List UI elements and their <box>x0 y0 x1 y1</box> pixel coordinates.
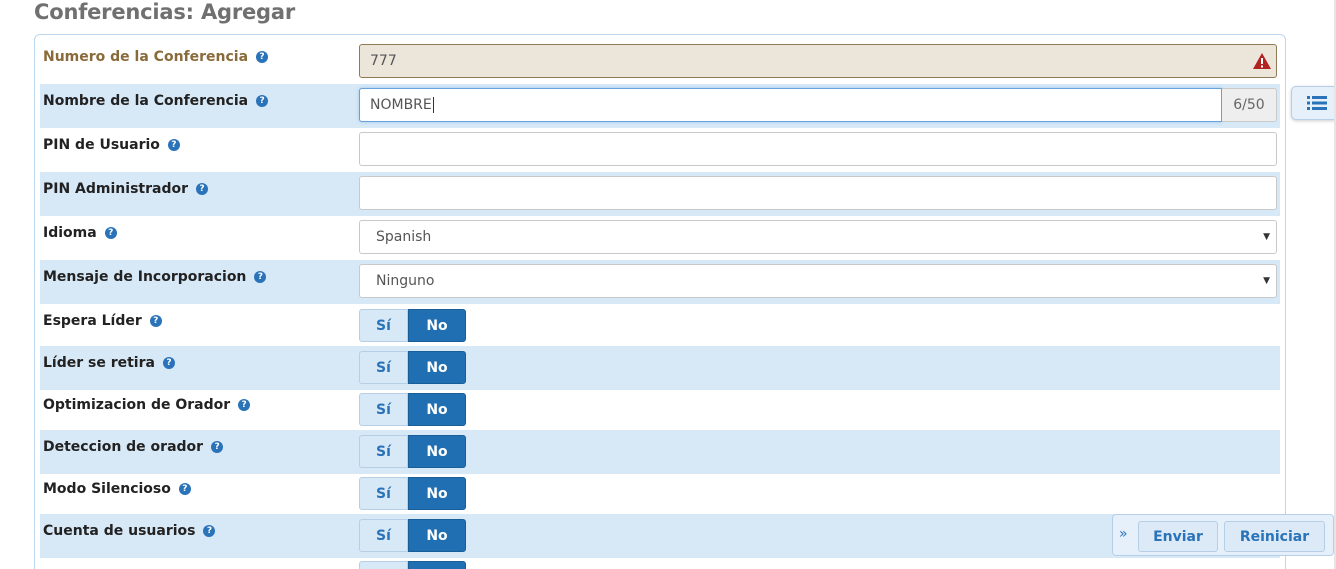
pin-usuario-input[interactable] <box>359 132 1277 166</box>
label-text: PIN de Usuario <box>43 137 160 153</box>
label-text: Mensaje de Incorporacion <box>43 269 247 285</box>
toggle-yes-button[interactable]: Sí <box>359 435 408 468</box>
row-idioma: Idioma ? Spanish ▼ <box>40 216 1280 260</box>
label-text: Nombre de la Conferencia <box>43 93 249 109</box>
toggle-no-button[interactable]: No <box>408 393 466 426</box>
row-numero: Numero de la Conferencia ? 777 <box>40 40 1280 84</box>
toggle-yes-button[interactable]: Sí <box>359 309 408 342</box>
help-icon[interactable]: ? <box>256 51 269 63</box>
espera-lider-toggle: Sí No <box>359 309 466 343</box>
toggle-no-button[interactable]: No <box>408 309 466 342</box>
list-icon <box>1306 96 1327 110</box>
nombre-value: NOMBRE <box>370 97 432 113</box>
label-numero: Numero de la Conferencia ? <box>43 49 269 65</box>
double-chevron-right-icon[interactable]: » <box>1119 526 1128 542</box>
mensaje-selected: Ninguno <box>376 273 435 289</box>
numero-value: 777 <box>370 53 397 69</box>
row-pin-usuario: PIN de Usuario ? <box>40 128 1280 172</box>
page-title: Conferencias: Agregar <box>34 0 295 24</box>
numero-field: 777 <box>359 44 1277 78</box>
help-icon[interactable]: ? <box>203 525 216 537</box>
cuenta-usuarios-toggle: Sí No <box>359 519 466 553</box>
label-lider-retira: Líder se retira ? <box>43 355 175 371</box>
row-deteccion-orador: Deteccion de orador ? Sí No <box>40 430 1280 474</box>
row-pin-admin: PIN Administrador ? <box>40 172 1280 216</box>
toggle-yes-button[interactable]: Sí <box>359 519 408 552</box>
label-text: Idioma <box>43 225 97 241</box>
lider-retira-toggle: Sí No <box>359 351 466 385</box>
help-icon[interactable]: ? <box>178 483 191 495</box>
nombre-input[interactable]: NOMBRE <box>359 88 1222 122</box>
row-espera-lider: Espera Líder ? Sí No <box>40 304 1280 348</box>
optimizacion-orador-toggle: Sí No <box>359 393 466 427</box>
label-nombre: Nombre de la Conferencia ? <box>43 93 269 109</box>
partial-toggle <box>359 561 466 569</box>
toggle-no-button[interactable] <box>408 561 466 569</box>
row-optimizacion-orador: Optimizacion de Orador ? Sí No <box>40 388 1280 432</box>
warning-icon <box>1253 53 1271 69</box>
help-icon[interactable]: ? <box>196 183 208 195</box>
label-text: PIN Administrador <box>43 181 188 197</box>
help-icon[interactable]: ? <box>238 399 251 411</box>
help-icon[interactable]: ? <box>167 139 180 151</box>
idioma-select[interactable]: Spanish ▼ <box>359 220 1277 254</box>
char-counter: 6/50 <box>1222 88 1277 122</box>
row-cuenta-usuarios: Cuenta de usuarios ? Sí No <box>40 514 1280 558</box>
side-menu-tab[interactable] <box>1291 86 1336 120</box>
deteccion-orador-toggle: Sí No <box>359 435 466 469</box>
toggle-yes-button[interactable]: Sí <box>359 477 408 510</box>
label-idioma: Idioma ? <box>43 225 117 241</box>
dropdown-arrow-icon: ▼ <box>1263 276 1270 286</box>
toggle-yes-button[interactable]: Sí <box>359 351 408 384</box>
row-modo-silencioso: Modo Silencioso ? Sí No <box>40 472 1280 516</box>
label-mensaje: Mensaje de Incorporacion ? <box>43 269 267 285</box>
help-icon[interactable]: ? <box>162 357 175 369</box>
row-partial <box>40 556 1280 569</box>
help-icon[interactable]: ? <box>104 227 117 239</box>
label-espera-lider: Espera Líder ? <box>43 313 162 329</box>
toggle-no-button[interactable]: No <box>408 519 466 552</box>
label-text: Espera Líder <box>43 313 142 329</box>
label-cuenta-usuarios: Cuenta de usuarios ? <box>43 523 216 539</box>
label-text: Numero de la Conferencia <box>43 49 249 65</box>
row-lider-retira: Líder se retira ? Sí No <box>40 346 1280 390</box>
reset-button[interactable]: Reiniciar <box>1224 521 1325 552</box>
label-pin-admin: PIN Administrador ? <box>43 181 208 197</box>
label-text: Líder se retira <box>43 355 155 371</box>
submit-button[interactable]: Enviar <box>1138 521 1218 552</box>
help-icon[interactable]: ? <box>211 441 224 453</box>
label-optimizacion-orador: Optimizacion de Orador ? <box>43 397 251 413</box>
label-text: Cuenta de usuarios <box>43 523 196 539</box>
label-deteccion-orador: Deteccion de orador ? <box>43 439 224 455</box>
mensaje-select[interactable]: Ninguno ▼ <box>359 264 1277 298</box>
toggle-no-button[interactable]: No <box>408 435 466 468</box>
label-pin-usuario: PIN de Usuario ? <box>43 137 180 153</box>
help-icon[interactable]: ? <box>254 271 267 283</box>
dropdown-arrow-icon: ▼ <box>1263 232 1270 242</box>
toggle-yes-button[interactable] <box>359 561 408 569</box>
toggle-no-button[interactable]: No <box>408 351 466 384</box>
idioma-selected: Spanish <box>376 229 432 245</box>
label-text: Deteccion de orador <box>43 439 204 455</box>
text-caret <box>432 97 434 113</box>
toggle-yes-button[interactable]: Sí <box>359 393 408 426</box>
modo-silencioso-toggle: Sí No <box>359 477 466 511</box>
label-text: Modo Silencioso <box>43 481 171 497</box>
pin-admin-input[interactable] <box>359 176 1277 210</box>
action-bar: » Enviar Reiniciar <box>1112 514 1334 556</box>
label-text: Optimizacion de Orador <box>43 397 231 413</box>
label-modo-silencioso: Modo Silencioso ? <box>43 481 191 497</box>
row-mensaje: Mensaje de Incorporacion ? Ninguno ▼ <box>40 260 1280 304</box>
toggle-no-button[interactable]: No <box>408 477 466 510</box>
row-nombre: Nombre de la Conferencia ? NOMBRE 6/50 <box>40 84 1280 128</box>
help-icon[interactable]: ? <box>256 95 269 107</box>
help-icon[interactable]: ? <box>149 315 162 327</box>
